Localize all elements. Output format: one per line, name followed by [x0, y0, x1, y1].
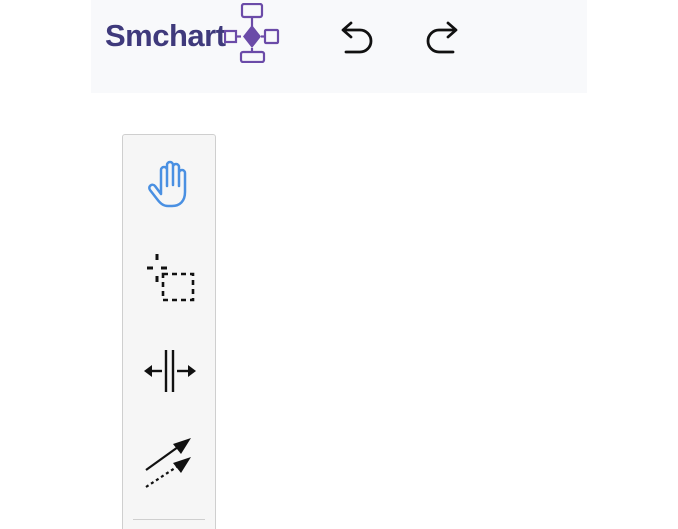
palette-separator: [133, 519, 205, 520]
flowchart-logo-icon: [223, 3, 279, 63]
undo-icon: [341, 21, 373, 54]
modeler-canvas: Smchart: [0, 0, 678, 529]
hand-icon: [148, 160, 187, 208]
global-connect-icon: [145, 438, 191, 488]
redo-icon: [426, 21, 458, 54]
space-tool-icon: [144, 350, 196, 392]
brand-name: Smchart: [105, 17, 226, 53]
app-brand: Smchart: [105, 3, 280, 66]
global-connect-tool-button[interactable]: [131, 424, 209, 502]
undo-button[interactable]: [332, 14, 380, 62]
lasso-tool-button[interactable]: [131, 239, 209, 317]
hand-tool-button[interactable]: [131, 145, 209, 223]
lasso-icon: [147, 254, 195, 302]
space-tool-button[interactable]: [131, 332, 209, 410]
tool-palette: [122, 134, 216, 529]
top-header: Smchart: [91, 0, 587, 93]
redo-button[interactable]: [419, 14, 467, 62]
